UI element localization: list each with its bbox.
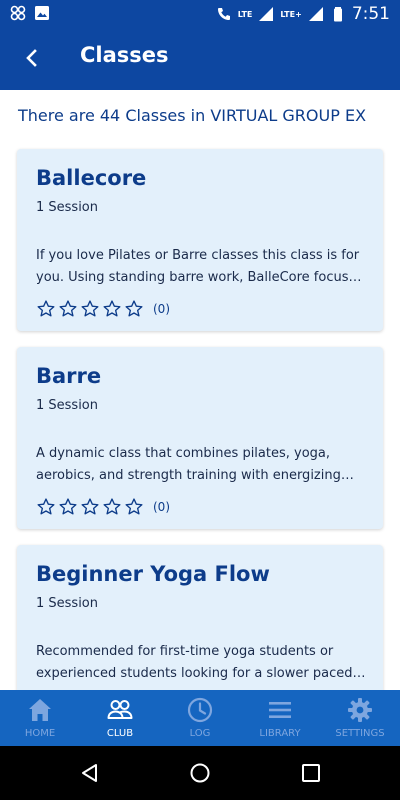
gear-icon (348, 698, 372, 722)
nav-label-library: LIBRARY (259, 728, 301, 739)
status-right-icons: LTE LTE+ 7:51 (216, 4, 390, 24)
signal-icon-2 (308, 7, 323, 21)
star-outline-icon[interactable] (102, 299, 122, 319)
classes-list[interactable]: There are 44 Classes in VIRTUAL GROUP EX… (0, 90, 400, 690)
star-outline-icon[interactable] (124, 299, 144, 319)
star-outline-icon[interactable] (58, 299, 78, 319)
clock-time: 7:51 (351, 4, 390, 24)
system-recents-icon[interactable] (300, 762, 322, 784)
home-icon (29, 699, 51, 721)
network-label-2: LTE+ (280, 9, 302, 19)
status-bar: LTE LTE+ 7:51 (0, 0, 400, 26)
nav-item-library[interactable]: LIBRARY (240, 690, 320, 746)
menu-lines-icon (269, 702, 291, 718)
system-home-icon[interactable] (189, 762, 211, 784)
app-bar: Classes (0, 26, 400, 90)
class-name: Barre (36, 364, 102, 388)
clock-icon (187, 697, 213, 723)
rating-count: (0) (153, 302, 170, 316)
system-back-icon[interactable] (79, 762, 101, 784)
star-outline-icon[interactable] (124, 497, 144, 517)
classes-count-summary: There are 44 Classes in VIRTUAL GROUP EX (18, 106, 367, 125)
people-icon (107, 700, 133, 719)
rating-count: (0) (153, 500, 170, 514)
nav-label-club: CLUB (106, 728, 134, 739)
star-outline-icon[interactable] (80, 497, 100, 517)
bottom-navigation: HOME CLUB LOG LIBRARY SETTINGS (0, 690, 400, 746)
class-card[interactable]: Beginner Yoga Flow 1 Session Recommended… (17, 545, 383, 690)
star-outline-icon[interactable] (36, 497, 56, 517)
class-description: If you love Pilates or Barre classes thi… (36, 248, 364, 285)
nav-item-log[interactable]: LOG (160, 690, 240, 746)
class-card[interactable]: Barre 1 Session A dynamic class that com… (17, 347, 383, 529)
nav-item-settings[interactable]: SETTINGS (320, 690, 400, 746)
back-arrow-icon[interactable] (18, 44, 46, 72)
star-outline-icon[interactable] (80, 299, 100, 319)
star-outline-icon[interactable] (102, 497, 122, 517)
class-description: A dynamic class that combines pilates, y… (36, 446, 341, 483)
network-label-1: LTE (237, 9, 253, 19)
battery-icon (333, 7, 342, 22)
class-name: Ballecore (36, 166, 147, 190)
class-description: Recommended for first-time yoga students… (36, 644, 353, 681)
star-outline-icon[interactable] (36, 299, 56, 319)
nav-label-log: LOG (189, 728, 211, 739)
nav-label-home: HOME (24, 728, 56, 739)
nav-item-club[interactable]: CLUB (80, 690, 160, 746)
status-left-icons (10, 5, 50, 21)
star-rating[interactable]: (0) (36, 299, 170, 319)
nav-item-home[interactable]: HOME (0, 690, 80, 746)
star-rating[interactable]: (0) (36, 497, 170, 517)
image-notification-icon (35, 6, 49, 20)
class-sessions: 1 Session (36, 596, 99, 611)
class-sessions: 1 Session (36, 200, 99, 215)
class-card[interactable]: Ballecore 1 Session If you love Pilates … (17, 149, 383, 331)
phone-icon (217, 8, 230, 20)
class-sessions: 1 Session (36, 398, 99, 413)
star-outline-icon[interactable] (58, 497, 78, 517)
class-name: Beginner Yoga Flow (36, 562, 270, 586)
system-navigation-bar (0, 746, 400, 800)
signal-icon-1 (259, 7, 274, 21)
page-title: Classes (80, 43, 169, 67)
app-notification-icon (10, 5, 26, 21)
nav-label-settings: SETTINGS (335, 728, 385, 739)
